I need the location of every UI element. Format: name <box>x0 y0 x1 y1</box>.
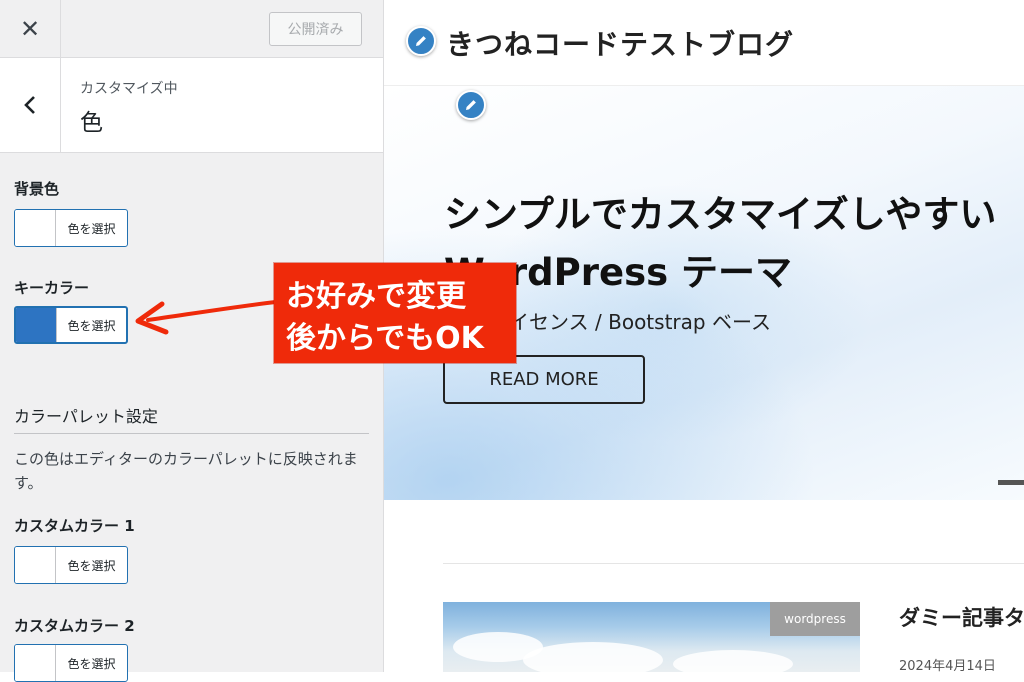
background-color-button[interactable]: 色を選択 <box>14 209 128 247</box>
custom-color-1-button-label: 色を選択 <box>67 558 116 573</box>
background-color-label: 背景色 <box>14 180 60 198</box>
annotation-line2: 後からでもOK <box>286 321 484 356</box>
edit-site-title-button[interactable] <box>406 26 436 56</box>
section-header: カスタマイズ中 色 <box>0 58 383 153</box>
site-header: きつねコードテストブログ <box>384 0 1024 86</box>
custom-color-2-label: カスタムカラー 2 <box>14 617 135 635</box>
publish-button[interactable]: 公開済み <box>269 12 362 46</box>
custom-color-1-button[interactable]: 色を選択 <box>14 546 128 584</box>
post-date: 2024年4月14日 <box>899 659 996 672</box>
slider-indicator[interactable] <box>998 480 1024 485</box>
custom-color-2-button-label: 色を選択 <box>67 656 116 671</box>
custom-color-1-swatch <box>15 547 56 583</box>
custom-color-1-label: カスタムカラー 1 <box>14 517 135 535</box>
edit-hero-button[interactable] <box>456 90 486 120</box>
palette-description: この色はエディターのカラーパレットに反映されます。 <box>14 450 358 492</box>
site-title[interactable]: きつねコードテストブログ <box>446 23 794 63</box>
customizer-header: ✕ 公開済み <box>0 0 383 58</box>
background-color-button-label: 色を選択 <box>67 221 116 236</box>
hero-heading-line2: WordPress テーマ <box>444 251 793 294</box>
divider <box>14 433 369 434</box>
chevron-left-icon <box>24 96 35 114</box>
key-color-button[interactable]: 色を選択 <box>14 306 128 344</box>
hero-heading-line1: シンプルでカスタマイズしやすい <box>444 193 997 236</box>
cloud-shape <box>673 650 793 672</box>
key-color-swatch <box>16 308 57 342</box>
close-icon: ✕ <box>19 14 41 43</box>
annotation-arrow <box>135 300 278 335</box>
custom-color-2-swatch <box>15 645 56 681</box>
hero-heading: シンプルでカスタマイズしやすい WordPress テーマ <box>444 186 996 302</box>
close-button[interactable]: ✕ <box>0 0 61 57</box>
annotation-line1: お好みで変更 <box>286 279 466 314</box>
section-subtitle: カスタマイズ中 <box>80 81 178 97</box>
section-title: 色 <box>80 110 103 136</box>
key-color-label: キーカラー <box>14 279 90 297</box>
key-color-button-label: 色を選択 <box>67 318 116 333</box>
custom-color-2-button[interactable]: 色を選択 <box>14 644 128 682</box>
annotation-callout: お好みで変更 後からでもOK <box>274 263 516 363</box>
post-category-badge[interactable]: wordpress <box>770 602 860 636</box>
divider <box>443 563 1024 564</box>
pencil-icon <box>416 36 426 46</box>
palette-settings-title: カラーパレット設定 <box>14 407 158 426</box>
pencil-icon <box>466 100 476 110</box>
back-button[interactable] <box>0 58 61 152</box>
background-color-swatch <box>15 210 56 246</box>
post-title[interactable]: ダミー記事タ <box>899 602 1024 632</box>
cloud-shape <box>523 642 663 672</box>
